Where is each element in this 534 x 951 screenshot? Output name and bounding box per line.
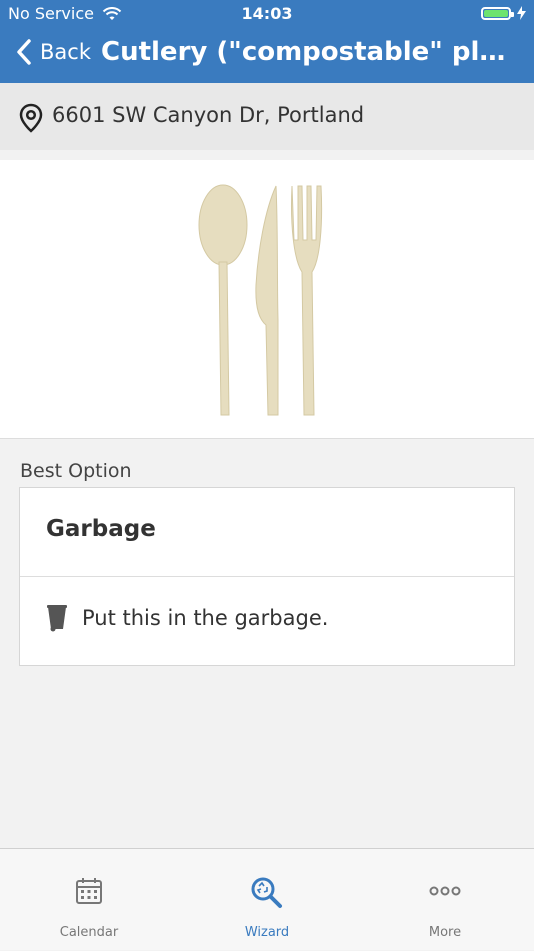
navigation-bar: Back Cutlery ("compostable" plast... xyxy=(0,32,534,76)
item-image-area xyxy=(0,160,534,439)
best-option-label: Best Option xyxy=(20,460,132,482)
tab-wizard[interactable]: Wizard xyxy=(178,849,356,951)
option-title: Garbage xyxy=(46,516,156,542)
option-instruction-text: Put this in the garbage. xyxy=(82,606,329,630)
tab-more-label: More xyxy=(428,925,462,940)
option-instruction-row: Put this in the garbage. xyxy=(46,604,328,632)
address-text: 6601 SW Canyon Dr, Portland xyxy=(52,103,365,127)
tab-more[interactable]: More xyxy=(356,849,534,951)
address-bar[interactable]: 6601 SW Canyon Dr, Portland xyxy=(0,83,534,150)
back-label: Back xyxy=(40,40,91,64)
divider xyxy=(20,576,514,577)
calendar-icon xyxy=(76,878,102,904)
location-pin-icon xyxy=(19,103,43,133)
charging-bolt-icon xyxy=(517,6,526,20)
page-title: Cutlery ("compostable" plast... xyxy=(101,37,521,67)
tab-calendar-label: Calendar xyxy=(59,925,119,940)
status-right xyxy=(481,6,526,20)
garbage-bin-icon xyxy=(47,605,67,632)
tab-bar: Calendar Wizard More xyxy=(0,848,534,950)
wizard-search-icon xyxy=(251,877,282,908)
back-button[interactable]: Back xyxy=(14,38,91,66)
more-dots-icon xyxy=(429,886,461,896)
status-time: 14:03 xyxy=(241,4,293,23)
best-option-card[interactable]: Garbage Put this in the garbage. xyxy=(19,487,515,666)
status-bar: No Service 14:03 xyxy=(0,0,534,28)
app-header: No Service 14:03 Back Cutlery ("composta… xyxy=(0,0,534,83)
tab-calendar[interactable]: Calendar xyxy=(0,849,178,951)
chevron-left-icon xyxy=(17,39,31,65)
tab-wizard-label: Wizard xyxy=(244,925,290,940)
cutlery-image xyxy=(198,184,323,416)
battery-icon xyxy=(481,6,514,20)
